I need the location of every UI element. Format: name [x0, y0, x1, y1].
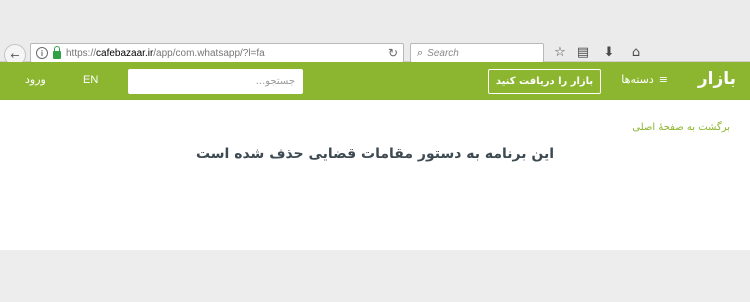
download-icon[interactable]: ⬇ [601, 44, 617, 60]
url-host: cafebazaar.ir [96, 47, 154, 59]
browser-toolbar: ← i https://cafebazaar.ir/app/com.whatsa… [0, 0, 750, 66]
lock-icon [53, 46, 61, 59]
menu-icon: ≡ [658, 73, 668, 86]
bookmark-star-icon[interactable]: ☆ [552, 44, 568, 60]
language-switch[interactable]: EN [83, 74, 98, 86]
browser-search-placeholder: Search [427, 47, 459, 59]
get-app-button[interactable]: بازار را دریافت کنید [488, 69, 601, 94]
site-header: بازار ≡ دسته‌ها بازار را دریافت کنید EN … [0, 62, 750, 100]
url-path: /app/com.whatsapp/?l=fa [153, 47, 265, 59]
clipboard-icon[interactable]: ▤ [575, 44, 591, 60]
browser-search-field[interactable]: ⌕ Search [410, 43, 544, 63]
login-link[interactable]: ورود [25, 73, 46, 86]
back-icon: ← [10, 48, 20, 62]
reload-icon[interactable]: ↻ [388, 46, 398, 60]
info-icon[interactable]: i [36, 47, 48, 59]
bazaar-logo[interactable]: بازار [698, 69, 736, 89]
url-text[interactable]: https://cafebazaar.ir/app/com.whatsapp/?… [66, 48, 265, 59]
address-bar[interactable]: i https://cafebazaar.ir/app/com.whatsapp… [30, 43, 404, 63]
categories-label: دسته‌ها [621, 73, 654, 86]
search-icon: ⌕ [417, 46, 424, 59]
site-search-input[interactable] [128, 69, 303, 94]
home-icon[interactable]: ⌂ [628, 44, 644, 60]
removal-message: این برنامه به دستور مقامات قضایی حذف شده… [195, 146, 555, 162]
back-to-home-link[interactable]: برگشت به صفحهٔ اصلی [632, 122, 730, 133]
url-prefix: https:// [66, 47, 97, 59]
categories-menu[interactable]: ≡ دسته‌ها [621, 73, 668, 86]
main-content: برگشت به صفحهٔ اصلی این برنامه به دستور … [0, 100, 750, 250]
